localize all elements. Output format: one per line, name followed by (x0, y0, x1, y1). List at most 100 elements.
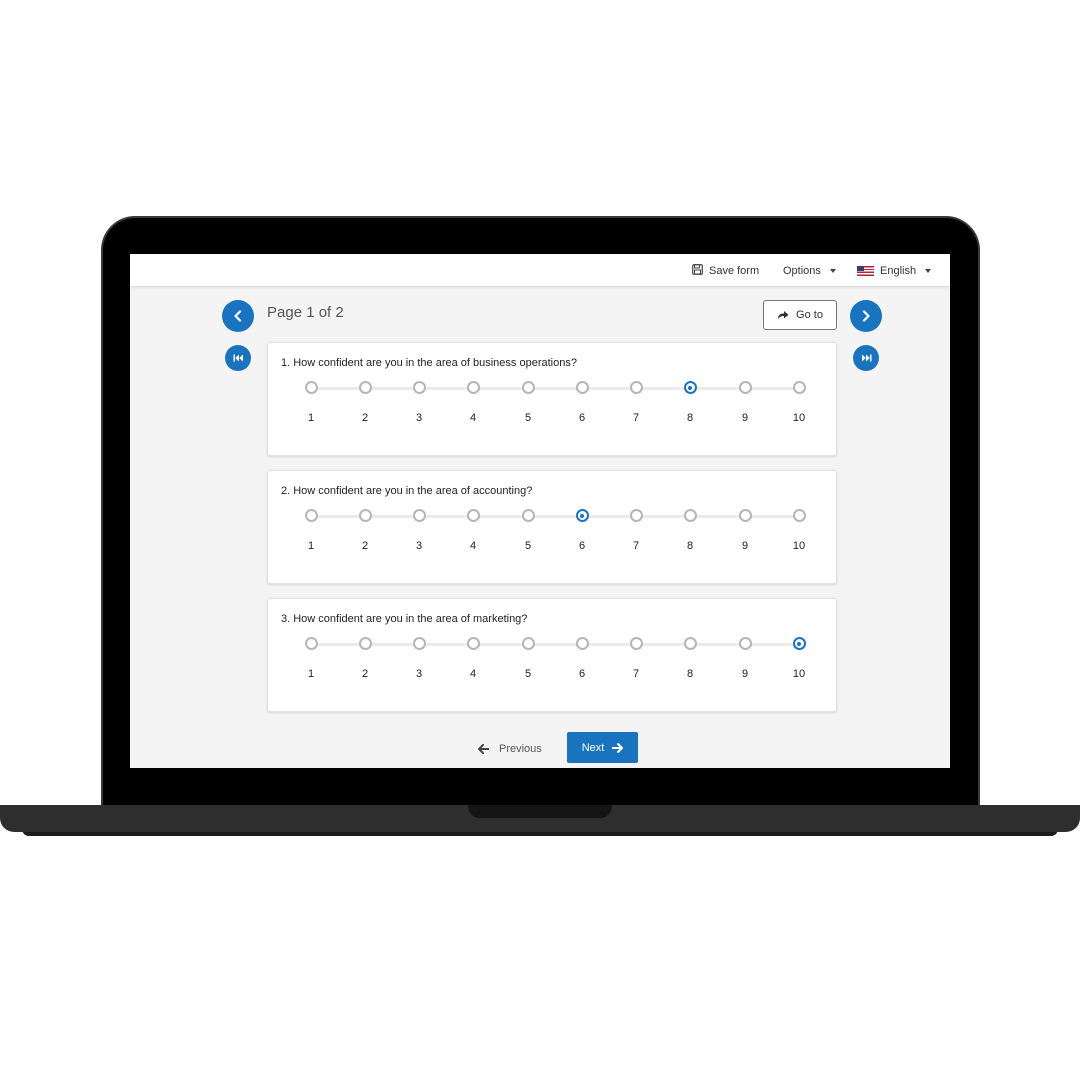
rating-radio-7[interactable] (629, 509, 643, 522)
rating-radio-2[interactable] (358, 509, 372, 522)
rating-radio-3[interactable] (412, 509, 426, 522)
page-title: Page 1 of 2 (267, 304, 344, 321)
rating-radio-7[interactable] (629, 381, 643, 394)
arrow-right-icon (612, 742, 624, 753)
rating-radio-2[interactable] (358, 381, 372, 394)
rating-label: 8 (686, 540, 694, 552)
rating-scale-track (311, 643, 799, 646)
rating-radio-9[interactable] (738, 637, 752, 650)
next-button[interactable]: Next (567, 732, 638, 763)
rating-scale-track (311, 515, 799, 518)
rating-radio-6[interactable] (575, 637, 589, 650)
rating-radio-5[interactable] (521, 509, 535, 522)
options-dropdown[interactable]: Options (783, 254, 836, 287)
rating-label: 4 (469, 412, 477, 424)
go-to-button[interactable]: Go to (763, 300, 837, 330)
next-label: Next (581, 741, 605, 754)
question-text: 2. How confident are you in the area of … (281, 485, 533, 497)
question-card: 2. How confident are you in the area of … (267, 470, 837, 584)
rating-label: 10 (792, 412, 806, 424)
skip-forward-icon (861, 354, 871, 362)
rating-radio-10[interactable] (792, 509, 806, 522)
rating-label: 4 (469, 668, 477, 680)
rating-label: 9 (741, 540, 749, 552)
rating-label: 9 (741, 412, 749, 424)
rating-radio-8[interactable] (683, 381, 697, 394)
rating-label: 3 (415, 412, 423, 424)
save-form-button[interactable]: Save form (692, 254, 759, 287)
go-to-label: Go to (796, 309, 823, 321)
options-label: Options (783, 264, 821, 277)
rating-radio-2[interactable] (358, 637, 372, 650)
rating-radio-5[interactable] (521, 637, 535, 650)
question-card: 1. How confident are you in the area of … (267, 342, 837, 456)
rating-label: 10 (792, 540, 806, 552)
screen: Save form Options English Page 1 of 2 Go… (130, 254, 950, 768)
rating-label: 5 (524, 540, 532, 552)
language-label: English (880, 264, 917, 277)
top-bar: Save form Options English (130, 254, 950, 287)
rating-label: 1 (307, 540, 315, 552)
caret-down-icon (925, 268, 932, 273)
caret-down-icon (829, 268, 836, 273)
arrow-left-icon (478, 744, 489, 754)
rating-label: 1 (307, 412, 315, 424)
language-dropdown[interactable]: English (857, 254, 932, 287)
rating-label: 2 (361, 412, 369, 424)
rating-label: 8 (686, 668, 694, 680)
rating-label: 5 (524, 668, 532, 680)
rating-label: 9 (741, 668, 749, 680)
previous-page-button[interactable] (222, 300, 254, 332)
previous-button[interactable]: Previous (478, 734, 542, 764)
rating-radio-4[interactable] (466, 509, 480, 522)
floppy-disk-icon (692, 263, 703, 278)
rating-radio-9[interactable] (738, 381, 752, 394)
rating-radio-4[interactable] (466, 637, 480, 650)
chevron-right-icon (862, 310, 870, 322)
rating-radio-7[interactable] (629, 637, 643, 650)
rating-label: 6 (578, 540, 586, 552)
rating-label: 3 (415, 540, 423, 552)
rating-radio-9[interactable] (738, 509, 752, 522)
save-form-label: Save form (709, 264, 760, 277)
rating-scale-track (311, 387, 799, 390)
next-page-button[interactable] (850, 300, 882, 332)
rating-label: 6 (578, 412, 586, 424)
chevron-left-icon (234, 310, 242, 322)
rating-label: 7 (632, 540, 640, 552)
rating-radio-5[interactable] (521, 381, 535, 394)
rating-label: 4 (469, 540, 477, 552)
rating-label: 5 (524, 412, 532, 424)
question-text: 3. How confident are you in the area of … (281, 613, 528, 625)
rating-radio-3[interactable] (412, 381, 426, 394)
rating-label: 6 (578, 668, 586, 680)
rating-label: 2 (361, 540, 369, 552)
rating-label: 8 (686, 412, 694, 424)
rating-radio-1[interactable] (304, 381, 318, 394)
previous-label: Previous (499, 743, 542, 755)
rating-label: 10 (792, 668, 806, 680)
rating-label: 7 (632, 668, 640, 680)
rating-radio-1[interactable] (304, 637, 318, 650)
rating-radio-8[interactable] (683, 637, 697, 650)
question-card: 3. How confident are you in the area of … (267, 598, 837, 712)
first-page-button[interactable] (225, 345, 251, 371)
laptop-frame: Save form Options English Page 1 of 2 Go… (0, 0, 1080, 1080)
rating-label: 2 (361, 668, 369, 680)
rating-label: 3 (415, 668, 423, 680)
rating-label: 7 (632, 412, 640, 424)
rating-radio-10[interactable] (792, 637, 806, 650)
rating-radio-4[interactable] (466, 381, 480, 394)
last-page-button[interactable] (853, 345, 879, 371)
rating-radio-6[interactable] (575, 381, 589, 394)
skip-back-icon (233, 354, 243, 362)
rating-label: 1 (307, 668, 315, 680)
rating-radio-1[interactable] (304, 509, 318, 522)
us-flag-icon (857, 265, 874, 276)
rating-radio-6[interactable] (575, 509, 589, 522)
question-text: 1. How confident are you in the area of … (281, 357, 577, 369)
share-arrow-icon (778, 311, 789, 319)
rating-radio-8[interactable] (683, 509, 697, 522)
rating-radio-10[interactable] (792, 381, 806, 394)
rating-radio-3[interactable] (412, 637, 426, 650)
